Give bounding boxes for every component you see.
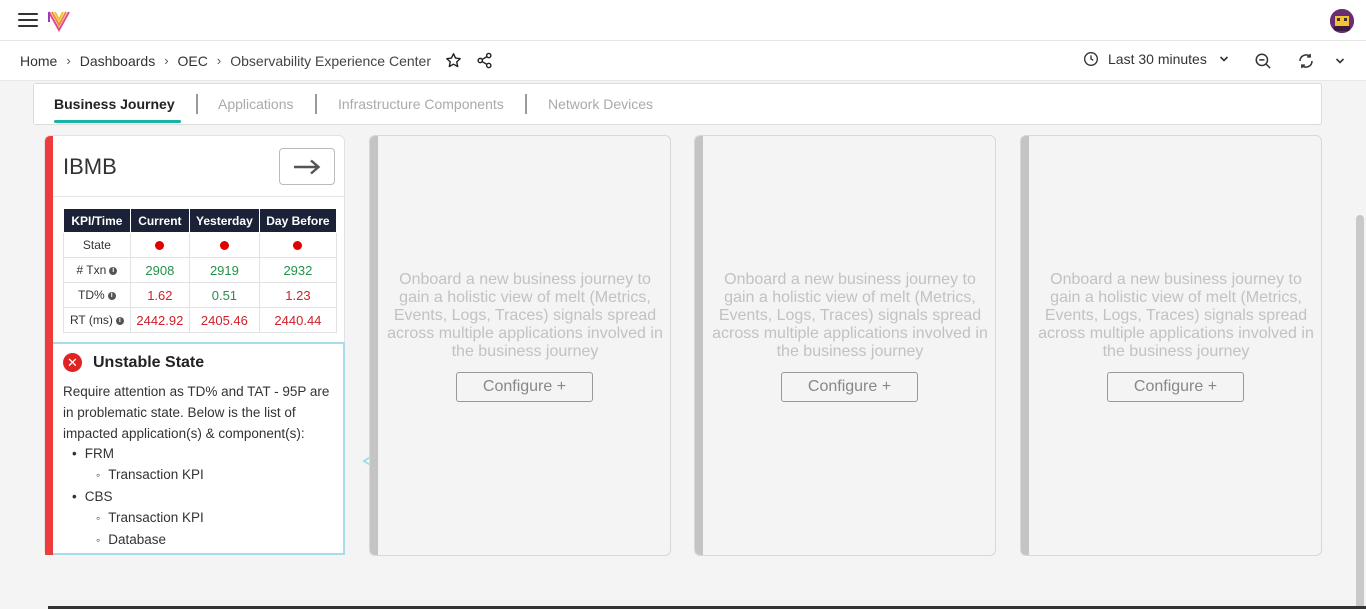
configure-label: Configure xyxy=(807,378,878,395)
chevron-down-icon[interactable] xyxy=(1335,56,1345,66)
tab-bar: Business Journey Applications Infrastruc… xyxy=(33,83,1322,125)
kpi-header-current: Current xyxy=(129,208,190,233)
chevron-down-icon xyxy=(1219,56,1228,62)
table-row: # Txn i 2908 2919 2932 xyxy=(63,257,338,283)
kpi-row-label: # Txn xyxy=(76,263,107,277)
state-cell xyxy=(258,232,338,258)
onboard-text: Onboard a new business journey to gain a… xyxy=(712,271,988,360)
impacted-component: Transaction KPI xyxy=(63,464,204,486)
onboard-card: Onboard a new business journey to gain a… xyxy=(369,135,671,556)
breadcrumb-separator-icon: › xyxy=(164,53,169,68)
clock-icon xyxy=(1084,52,1098,66)
kpi-header-kpi-time: KPI/Time xyxy=(63,208,131,233)
zoom-out-icon[interactable] xyxy=(1254,52,1272,70)
table-row: State xyxy=(63,232,338,258)
kpi-value: 0.51 xyxy=(188,282,260,308)
kpi-value: 2919 xyxy=(188,257,260,283)
kpi-value: 2908 xyxy=(129,257,190,283)
kpi-value: 2405.46 xyxy=(188,307,260,333)
impacted-component: Database xyxy=(63,529,204,551)
top-bar xyxy=(0,0,1366,41)
onboard-card: Onboard a new business journey to gain a… xyxy=(1020,135,1322,556)
critical-state-dot-icon xyxy=(293,240,303,250)
breadcrumb-dashboards[interactable]: Dashboards xyxy=(80,53,156,69)
refresh-icon[interactable] xyxy=(1297,52,1315,70)
info-icon[interactable]: i xyxy=(115,316,124,325)
tab-divider xyxy=(196,94,198,114)
onboard-card-bar xyxy=(695,136,703,555)
user-avatar[interactable] xyxy=(1330,9,1354,33)
tab-infrastructure-components[interactable]: Infrastructure Components xyxy=(338,96,504,112)
impacted-application: FRM xyxy=(63,443,204,464)
onboard-card: Onboard a new business journey to gain a… xyxy=(694,135,996,556)
journey-divider xyxy=(53,196,344,197)
impacted-application: CBS xyxy=(63,486,204,507)
breadcrumb-separator-icon: › xyxy=(66,53,71,68)
breadcrumb-current-page: Observability Experience Center xyxy=(230,52,431,69)
open-journey-button[interactable] xyxy=(279,148,335,185)
onboard-card-bar xyxy=(370,136,378,555)
info-icon[interactable]: i xyxy=(107,291,116,300)
kpi-value: 2440.44 xyxy=(258,307,338,333)
kpi-header-yesterday: Yesterday xyxy=(188,208,260,233)
kpi-row-label-cell: RT (ms) i xyxy=(63,307,131,333)
menu-icon[interactable] xyxy=(18,13,38,29)
kpi-table: KPI/Time Current Yesterday Day Before St… xyxy=(63,208,338,333)
tab-divider xyxy=(525,94,527,114)
plus-icon: + xyxy=(1207,378,1218,395)
configure-label: Configure xyxy=(1133,378,1204,395)
journey-title: IBMB xyxy=(63,154,117,179)
onboard-card-bar xyxy=(1021,136,1029,555)
kpi-value: 1.62 xyxy=(129,282,190,308)
table-row: RT (ms) i 2442.92 2405.46 2440.44 xyxy=(63,307,338,333)
unstable-state-panel: ✕ Unstable State Require attention as TD… xyxy=(45,342,345,555)
configure-button[interactable]: Configure + xyxy=(456,372,593,402)
time-range-picker[interactable]: Last 30 minutes xyxy=(1083,51,1229,67)
kpi-row-label: TD% xyxy=(78,288,105,302)
share-icon[interactable] xyxy=(476,52,493,69)
kpi-value: 1.23 xyxy=(258,282,338,308)
plus-icon: + xyxy=(556,378,567,395)
tab-applications[interactable]: Applications xyxy=(218,96,294,112)
state-cell xyxy=(188,232,260,258)
kpi-row-label-cell: TD% i xyxy=(63,282,131,308)
info-icon[interactable]: i xyxy=(109,266,118,275)
error-icon: ✕ xyxy=(63,353,82,372)
tab-network-devices[interactable]: Network Devices xyxy=(548,96,653,112)
kpi-row-label: RT (ms) xyxy=(69,313,113,327)
unstable-status-bar xyxy=(45,342,53,555)
breadcrumb-home[interactable]: Home xyxy=(20,53,57,69)
breadcrumb-separator-icon: › xyxy=(216,53,222,68)
star-icon[interactable] xyxy=(445,52,462,69)
kpi-value: 2932 xyxy=(258,257,338,283)
impacted-component: Transaction KPI xyxy=(63,507,204,529)
configure-label: Configure xyxy=(482,378,553,395)
arrow-right-icon xyxy=(294,159,321,174)
kpi-value: 2442.92 xyxy=(129,307,190,333)
tab-divider xyxy=(315,94,317,114)
kpi-row-label-cell: # Txn i xyxy=(63,257,131,283)
plus-icon: + xyxy=(881,378,892,395)
kpi-row-label: State xyxy=(63,232,131,258)
onboard-text: Onboard a new business journey to gain a… xyxy=(1038,271,1314,360)
impacted-list: FRM Transaction KPI CBS Transaction KPI … xyxy=(63,443,204,551)
breadcrumb-bar: Home › Dashboards › OEC › Observability … xyxy=(0,41,1366,81)
configure-button[interactable]: Configure + xyxy=(1107,372,1244,402)
state-cell xyxy=(129,232,190,258)
time-range-label: Last 30 minutes xyxy=(1108,51,1207,67)
status-title: Unstable State xyxy=(93,354,205,371)
tab-business-journey[interactable]: Business Journey xyxy=(54,96,175,112)
critical-state-dot-icon xyxy=(155,240,165,250)
brand-logo-icon xyxy=(48,11,70,33)
kpi-header-day-before: Day Before xyxy=(258,208,338,233)
critical-state-dot-icon xyxy=(219,240,229,250)
active-tab-indicator xyxy=(54,120,181,123)
table-row: TD% i 1.62 0.51 1.23 xyxy=(63,282,338,308)
onboard-text: Onboard a new business journey to gain a… xyxy=(387,271,663,360)
status-description: Require attention as TD% and TAT - 95P a… xyxy=(63,384,330,441)
vertical-scrollbar[interactable] xyxy=(1356,215,1364,609)
configure-button[interactable]: Configure + xyxy=(781,372,918,402)
breadcrumb: Home › Dashboards › OEC › Observability … xyxy=(20,52,493,69)
breadcrumb-oec[interactable]: OEC xyxy=(178,53,208,69)
